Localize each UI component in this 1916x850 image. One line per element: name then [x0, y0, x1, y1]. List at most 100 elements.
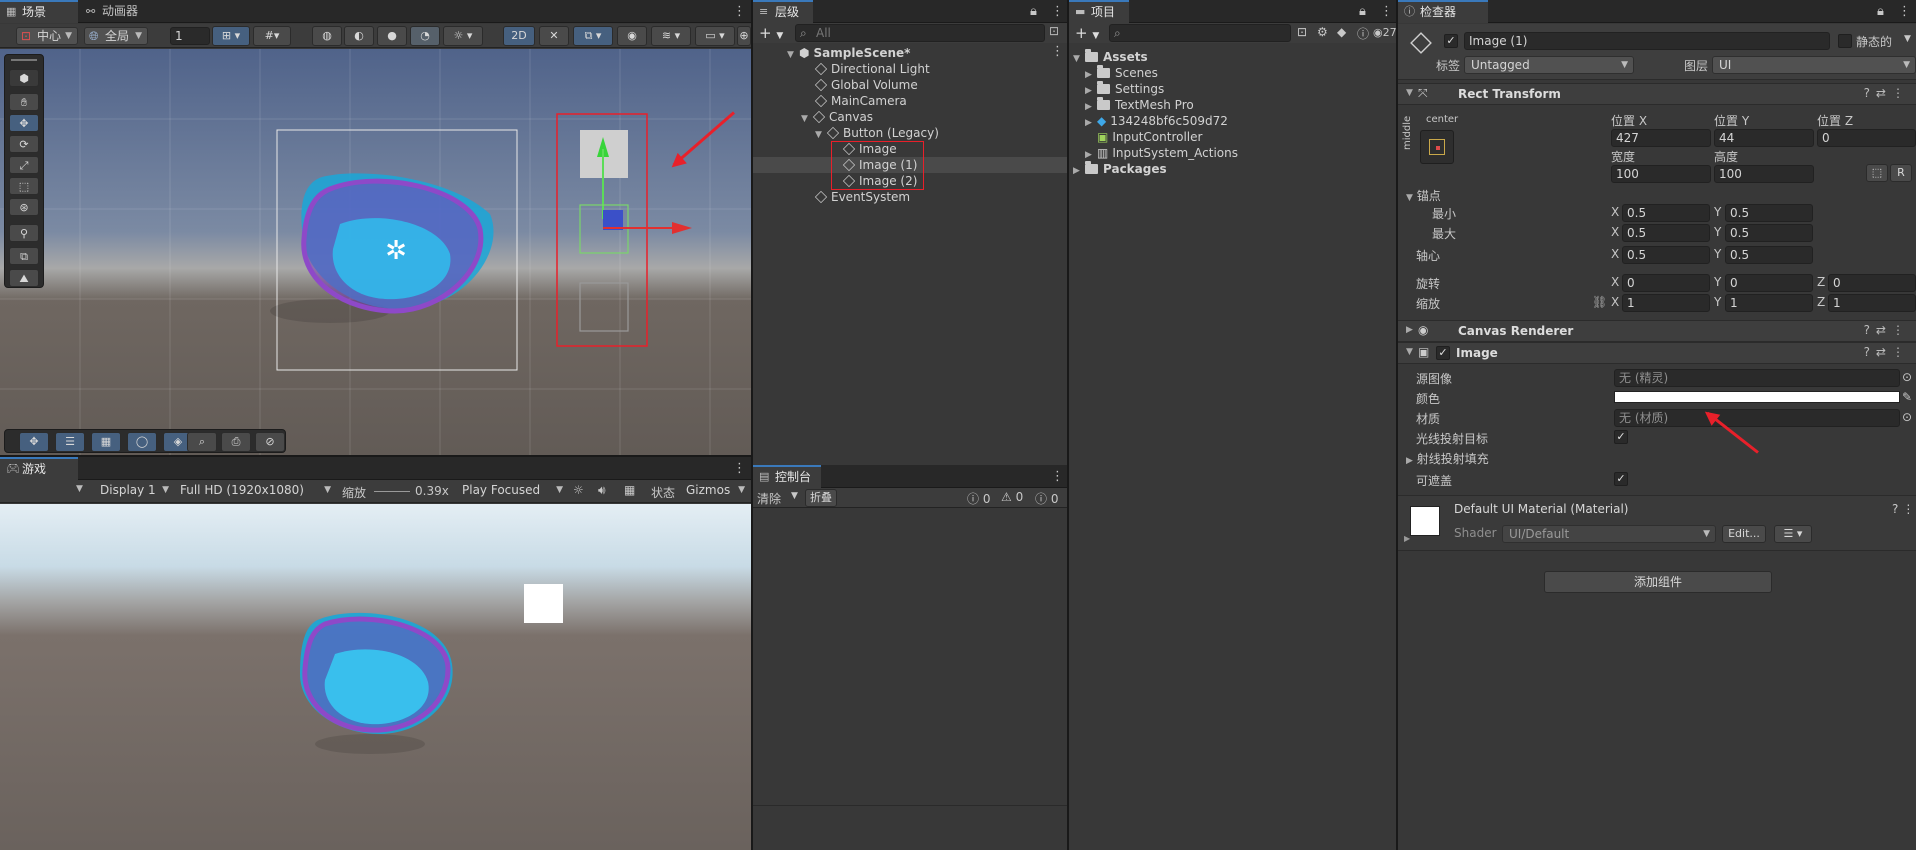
palette-handle[interactable]	[11, 59, 37, 61]
tab-project[interactable]: ▬ 项目	[1069, 0, 1129, 23]
game-view-dropdown[interactable]: ▼	[76, 484, 83, 494]
image-component-header[interactable]: ▼ ▣ ✓ Image ?⇄⋮	[1398, 342, 1916, 364]
project-item-packages[interactable]: ▶ Packages	[1073, 161, 1167, 177]
grid-snap-button[interactable]: ⊞ ▾	[212, 26, 250, 46]
grid-snap-field[interactable]: 1	[170, 27, 210, 45]
static-checkbox[interactable]	[1838, 34, 1852, 48]
blueprint-mode-button[interactable]: ⬚	[1866, 164, 1888, 182]
hierarchy-item-scene[interactable]: ▼ ⬢ SampleScene*	[787, 45, 910, 61]
material-field[interactable]: 无 (材质)	[1614, 409, 1900, 427]
shader-dropdown[interactable]: UI/Default ▼	[1502, 525, 1716, 543]
canvas-renderer-header[interactable]: ▶ ◉ Canvas Renderer ?⇄⋮	[1398, 320, 1916, 342]
display-dropdown[interactable]: Display 1 ▼	[94, 482, 174, 500]
min-y-field[interactable]: 0.5	[1725, 204, 1813, 222]
scale-slider[interactable]	[374, 491, 410, 492]
effects-button[interactable]: ⧉ ▾	[573, 26, 613, 46]
draw-mode-button[interactable]: ◍	[312, 26, 342, 46]
add-button[interactable]: + ▼	[1075, 24, 1099, 42]
add-component-button[interactable]: 添加组件	[1544, 571, 1772, 593]
grid-overlay-icon[interactable]: ▦	[91, 432, 121, 452]
object-picker-icon[interactable]: ⊙	[1902, 410, 1912, 424]
tab-animator[interactable]: ⚯ 动画器	[80, 0, 160, 23]
rotate-overlay-icon[interactable]: ◯	[127, 432, 157, 452]
hierarchy-item-camera[interactable]: MainCamera	[814, 93, 907, 109]
static-dropdown-icon[interactable]: ▼	[1904, 34, 1911, 44]
image-enabled-checkbox[interactable]: ✓	[1436, 346, 1450, 360]
visibility-button[interactable]: ◉	[617, 26, 647, 46]
gizmos-dropdown[interactable]: Gizmos ▼	[680, 482, 750, 500]
clear-button[interactable]: 清除	[757, 490, 781, 507]
shaded-button[interactable]: ◐	[344, 26, 374, 46]
component-actions-icon[interactable]: ?⇄⋮	[1864, 345, 1910, 359]
component-actions-icon[interactable]: ?⇄⋮	[1864, 86, 1910, 100]
project-item-assets[interactable]: ▼ Assets	[1073, 49, 1148, 65]
rotate-tool-icon[interactable]: ⟳	[9, 135, 39, 153]
audio-toggle-button[interactable]: ✕	[539, 26, 569, 46]
project-item-inputactions[interactable]: ▶ ▥ InputSystem_Actions	[1085, 145, 1238, 161]
component-actions-icon[interactable]: ?⇄⋮	[1864, 323, 1910, 337]
lock-icon[interactable]: 🔒︎	[1359, 0, 1366, 23]
filter-type-icon[interactable]: ⊡	[1297, 25, 1307, 39]
tab-inspector[interactable]: ⓘ 检查器	[1398, 0, 1488, 23]
collapse-icon[interactable]: ▼	[1406, 347, 1413, 357]
tag-icon[interactable]: ◆	[1337, 25, 1346, 39]
scale-y-field[interactable]: 1	[1725, 294, 1813, 312]
hand-tool-icon[interactable]: ✋︎	[9, 93, 39, 111]
scale-x-field[interactable]: 1	[1622, 294, 1710, 312]
tab-console[interactable]: ▤ 控制台	[753, 465, 821, 488]
move-overlay-icon[interactable]: ✥	[19, 432, 49, 452]
clear-dropdown-icon[interactable]: ▼	[791, 491, 798, 501]
search-options-icon[interactable]: ⊡	[1049, 24, 1059, 38]
width-field[interactable]: 100	[1611, 165, 1711, 183]
search-overlay-icon[interactable]: ⌕	[187, 432, 217, 452]
project-search-input[interactable]: ⌕	[1109, 24, 1291, 42]
tab-game[interactable]: 🎮︎ 游戏	[0, 457, 78, 480]
mode-2d-button[interactable]: 2D	[503, 26, 535, 46]
resolution-dropdown[interactable]: Full HD (1920x1080) ▼	[174, 482, 336, 500]
expand-icon[interactable]: ▶	[1404, 534, 1410, 543]
more-menu-icon[interactable]: ⋮	[1898, 0, 1911, 23]
align-overlay-icon[interactable]: ☰	[55, 432, 85, 452]
scene-viewport[interactable]: ✲ ⬢ ✋︎ ✥ ⟳ ⤢ ⬚ ⊛ ⚲ ⧉ ⛰︎ ✥ ☰ ▦ ◯ ◈ ⌕ ⎙ ⊘	[0, 49, 751, 455]
project-item-inputcontroller[interactable]: ▣ InputController	[1097, 129, 1202, 145]
project-item-scenes[interactable]: ▶ Scenes	[1085, 65, 1158, 81]
more-menu-icon[interactable]: ⋮	[1051, 0, 1064, 23]
lock-icon[interactable]: 🔒︎	[1030, 0, 1037, 23]
filter-label-icon[interactable]: ⚙︎	[1317, 25, 1328, 39]
rot-y-field[interactable]: 0	[1725, 274, 1813, 292]
grid-toggle-button[interactable]: #▾	[253, 26, 291, 46]
hierarchy-item-eventsystem[interactable]: EventSystem	[814, 189, 910, 205]
info-icon[interactable]: ⓘ	[1357, 25, 1369, 42]
active-checkbox[interactable]: ✓	[1444, 34, 1458, 48]
constrain-link-icon[interactable]: ⛓︎	[1592, 295, 1607, 309]
pivot-y-field[interactable]: 0.5	[1725, 246, 1813, 264]
gizmo-bug-button[interactable]: ☼ ▾	[443, 26, 483, 46]
expand-icon[interactable]: ▶	[1406, 325, 1413, 335]
rot-x-field[interactable]: 0	[1622, 274, 1710, 292]
orientation-button[interactable]: ⊕	[737, 26, 751, 46]
add-button[interactable]: + ▼	[759, 24, 783, 42]
transform-tool-icon[interactable]: ⊛	[9, 198, 39, 216]
terrain-tool-icon[interactable]: ⛰︎	[9, 269, 39, 287]
move-tool-icon[interactable]: ✥	[9, 114, 39, 132]
game-viewport[interactable]	[0, 504, 751, 850]
stats-button[interactable]: 状态	[651, 484, 675, 501]
layer-dropdown[interactable]: UI ▼	[1712, 56, 1916, 74]
play-mode-dropdown[interactable]: Play Focused ▼	[456, 482, 568, 500]
audio-icon[interactable]: 🔊︎	[598, 483, 606, 498]
max-x-field[interactable]: 0.5	[1622, 224, 1710, 242]
rect-transform-header[interactable]: ▼ ⤧ Rect Transform ?⇄⋮	[1398, 83, 1916, 105]
collapse-button[interactable]: 折叠	[805, 489, 837, 507]
camera-overlay-icon[interactable]: ⎙	[221, 432, 251, 452]
space-dropdown[interactable]: 🌐︎ 全局 ▼	[84, 27, 148, 45]
height-field[interactable]: 100	[1714, 165, 1814, 183]
hierarchy-item-volume[interactable]: Global Volume	[814, 77, 918, 93]
blob-object[interactable]: ✲	[270, 173, 494, 323]
wireframe-button[interactable]: ◔	[410, 26, 440, 46]
rect-tool-icon[interactable]: ⬚	[9, 177, 39, 195]
log-count[interactable]: ⓘ 0	[967, 490, 990, 507]
hierarchy-item-light[interactable]: Directional Light	[814, 61, 930, 77]
tag-dropdown[interactable]: Untagged ▼	[1464, 56, 1634, 74]
maskable-checkbox[interactable]: ✓	[1614, 472, 1628, 486]
snap-tool-icon[interactable]: ⧉	[9, 247, 39, 265]
